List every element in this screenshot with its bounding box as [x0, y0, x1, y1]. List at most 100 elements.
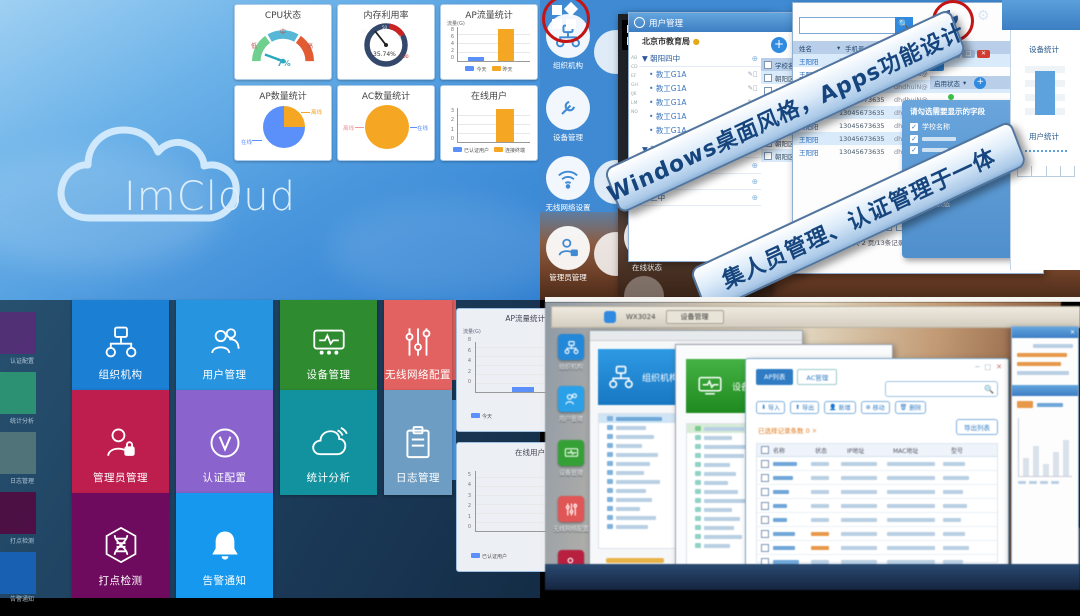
ap-list-window: ─□✕ AP列表 AC管理 🔍 ⬇导入 ⬆导出 👤新增 ⊕移动 🗑删除 已选择记… — [745, 358, 1009, 586]
memory-value: 35.74% — [373, 51, 396, 58]
gear-icon[interactable]: ⚙ — [977, 8, 990, 24]
sidebar-wireless-icon[interactable] — [558, 496, 584, 522]
gauge-label-low: 低 — [251, 41, 257, 50]
move-button[interactable]: ⊕移动 — [861, 401, 890, 414]
card-cpu-status: CPU状态 低 中 高 7% — [234, 4, 332, 80]
icon-label: 组织机构 — [540, 60, 603, 71]
gauge-label-mid: 中 — [280, 27, 286, 36]
tree-item[interactable]: • 教工G1A✎⃠ — [639, 67, 761, 81]
quadrant-metro-tiles: 认证配置 统计分析 日志管理 打点检测 告警通知 组织机构 用户管理 设备管理 … — [0, 300, 540, 598]
dna-hexagon-icon — [103, 526, 139, 564]
table-row[interactable] — [757, 499, 997, 513]
device-monitor-icon — [311, 325, 347, 359]
taskbar-tab[interactable]: WX3024 — [626, 313, 656, 321]
plot-area — [475, 471, 546, 532]
admin-lock-icon — [104, 425, 138, 461]
search-input[interactable] — [799, 17, 897, 34]
icon-label: 设备管理 — [540, 132, 603, 143]
table-row[interactable] — [757, 541, 997, 555]
tree-group[interactable]: ▼ 朝阳四中⊕ — [639, 51, 761, 67]
table-row[interactable] — [757, 527, 997, 541]
bar-terminals — [496, 109, 514, 142]
ap-table-header[interactable]: 名称 状态 IP地址 MAC地址 型号 — [757, 444, 997, 457]
close-icon[interactable]: ✕ — [1070, 329, 1075, 336]
tab-ac-manage[interactable]: AC管理 — [797, 369, 837, 385]
plot-area — [475, 342, 546, 393]
window-controls[interactable]: ─□✕ — [975, 363, 1002, 371]
cloud-decoration — [330, 200, 570, 300]
mini-tile[interactable] — [0, 312, 36, 354]
table-row[interactable] — [757, 471, 997, 485]
device-stats-bar — [1035, 71, 1055, 115]
mini-tile[interactable] — [0, 372, 36, 414]
export-list-button[interactable]: 导出列表 — [956, 419, 998, 435]
select-all-checkbox[interactable] — [764, 61, 772, 69]
add-user-button[interactable]: + — [771, 37, 787, 53]
add-button[interactable]: 👤新增 — [824, 401, 856, 414]
edit-delete-icons[interactable]: ✎⃠ — [748, 84, 758, 92]
table-row[interactable] — [757, 485, 997, 499]
sidebar-label: 无线网络配置 — [549, 524, 593, 533]
mini-tile-label: 认证配置 — [0, 356, 34, 365]
table-row[interactable] — [757, 457, 997, 471]
cloud-signal-icon — [310, 427, 348, 461]
edit-delete-icons[interactable]: ✎⃠ — [748, 70, 758, 78]
selected-count-link[interactable]: 已选择记录条数 0 ✕ — [758, 425, 817, 435]
chart-title: 在线用户 — [457, 443, 549, 458]
sidebar-org-icon[interactable] — [558, 334, 584, 360]
tile-device-management[interactable]: 设备管理 — [280, 300, 377, 390]
logo-text: ImCloud — [124, 174, 296, 220]
mini-tile-label: 日志管理 — [0, 476, 34, 485]
tree-root[interactable]: 北京市教育局 ● — [639, 32, 761, 51]
tile-probe-detection[interactable]: 打点检测 — [72, 493, 169, 598]
chart-title: AP流量统计 — [457, 309, 549, 324]
device-manage-icon[interactable] — [546, 86, 590, 130]
memory-tick: 50 — [382, 25, 387, 30]
admin-manage-icon[interactable] — [546, 226, 590, 270]
taskbar-app-icon[interactable] — [604, 311, 616, 323]
mini-bar-chart — [1018, 418, 1072, 477]
tab-ap-list[interactable]: AP列表 — [756, 369, 793, 385]
export-button[interactable]: ⬆导出 — [790, 401, 819, 414]
tile-wireless-config[interactable]: 无线网络配置 — [384, 300, 452, 390]
bar — [512, 387, 534, 392]
card-online-users: 在线用户 3210 已认证用户 连接终端 — [440, 85, 538, 161]
window-title: 用户管理 — [649, 17, 683, 29]
wifi-icon[interactable] — [546, 156, 590, 200]
tile-auth-config[interactable]: 认证配置 — [176, 390, 273, 495]
pie-label-offline: 离线 — [311, 108, 322, 116]
alphabet-index[interactable]: ABCDEFGHIJKLMNO — [631, 54, 638, 117]
sidebar-device-icon[interactable] — [558, 440, 584, 466]
add-icon[interactable]: ⊕ — [752, 54, 758, 63]
sidebar-label: 用户管理 — [549, 414, 593, 423]
tile-alarm-notification[interactable]: 告警通知 — [176, 493, 273, 598]
tree-item[interactable]: • 教工G1A✎⃠ — [639, 81, 761, 95]
tile-log-management[interactable]: 日志管理 — [384, 390, 452, 495]
tile-user-management[interactable]: 用户管理 — [176, 300, 273, 390]
user-window-icon — [634, 17, 645, 28]
leader-line — [410, 127, 417, 128]
cpu-value: 7% — [277, 59, 291, 68]
add-column-icon[interactable]: + — [974, 77, 986, 89]
tile-admin-management[interactable]: 管理员管理 — [72, 390, 169, 495]
mini-tile-label: 告警通知 — [0, 594, 34, 603]
import-button[interactable]: ⬇导入 — [756, 401, 785, 414]
card-memory-usage: 内存利用率 20 50 70 35.74% 100 — [337, 4, 435, 80]
delete-button[interactable]: 🗑删除 — [895, 401, 927, 414]
mini-tile[interactable] — [0, 492, 36, 534]
sliders-icon — [401, 325, 435, 359]
status-column-header[interactable]: 启用状态▾ + — [930, 76, 1022, 89]
chart-legend: 已认证用户 连接终端 — [441, 147, 537, 154]
mini-tile[interactable] — [0, 552, 36, 594]
pie-label-offline: 离线 — [343, 124, 354, 132]
mini-tile[interactable] — [0, 432, 36, 474]
y-ticks: 3210 — [447, 108, 454, 142]
horizontal-scrollbar[interactable] — [606, 558, 664, 563]
sidebar-users-icon[interactable] — [558, 386, 584, 412]
taskbar-tab-active[interactable]: 设备管理 — [666, 310, 724, 324]
search-input[interactable]: 🔍 — [885, 381, 998, 397]
table-row[interactable] — [757, 513, 997, 527]
tile-statistics[interactable]: 统计分析 — [280, 390, 377, 495]
tile-org-structure[interactable]: 组织机构 — [72, 300, 169, 390]
leader-line — [355, 127, 364, 128]
